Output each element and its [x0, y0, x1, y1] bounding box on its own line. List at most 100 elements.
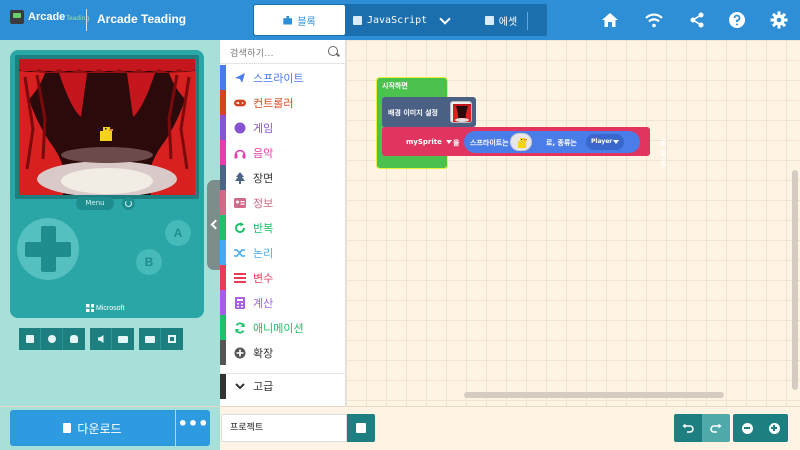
- category-label: 장면: [253, 171, 274, 185]
- tab-javascript-label: JavaScript: [367, 14, 428, 26]
- zoom-in-button[interactable]: [760, 414, 788, 442]
- share-icon[interactable]: [688, 11, 706, 29]
- create-sprite-label: 스프라이트는: [470, 139, 509, 147]
- simulator-panel: Menu A B Microsoft: [0, 40, 221, 406]
- category-math[interactable]: 계산: [220, 290, 346, 315]
- set-sprite-block[interactable]: mySprite 을 스프라이트는 로, 종류는 Player 로 설정: [382, 127, 666, 167]
- category-label: 변수: [253, 271, 274, 285]
- save-button[interactable]: [347, 414, 375, 442]
- create-sprite-block[interactable]: 스프라이트는 로, 종류는 Player: [464, 131, 640, 153]
- keyboard-icon[interactable]: [112, 328, 134, 350]
- help-icon[interactable]: [728, 11, 746, 29]
- workspace-scrollbar-horizontal[interactable]: [464, 392, 724, 398]
- category-logic[interactable]: 논리: [220, 240, 346, 265]
- button-a[interactable]: A: [165, 220, 191, 246]
- mute-icon[interactable]: [90, 328, 112, 350]
- save-icon: [356, 423, 366, 433]
- bottom-bar: 다운로드 ••• 프로젝트: [0, 406, 800, 450]
- plus-circle-icon: [234, 347, 246, 359]
- home-icon[interactable]: [601, 11, 619, 29]
- workspace-scrollbar-vertical[interactable]: [792, 170, 798, 390]
- settings-icon[interactable]: [770, 11, 788, 29]
- category-music[interactable]: 음악: [220, 140, 346, 165]
- loop-icon: [234, 221, 246, 234]
- shuffle-icon: [234, 247, 246, 259]
- project-name-input[interactable]: 프로젝트: [221, 414, 347, 442]
- block-workspace[interactable]: 시작하면 배경 이미지 설정 mySprite 을 스프라이트는 로, 종류는 …: [346, 40, 800, 406]
- category-label: 논리: [253, 246, 274, 260]
- fullscreen-icon[interactable]: [161, 328, 183, 350]
- minus-icon: [741, 422, 753, 434]
- menu-button[interactable]: Menu: [76, 197, 114, 210]
- puzzle-icon: [283, 15, 293, 25]
- screen-frame: [15, 55, 199, 199]
- sprite-image-thumbnail[interactable]: [510, 133, 532, 151]
- category-info[interactable]: 정보: [220, 190, 346, 215]
- category-sprites[interactable]: 스프라이트: [220, 65, 346, 90]
- chevron-down-icon[interactable]: [439, 13, 451, 25]
- category-controller[interactable]: 컨트롤러: [220, 90, 346, 115]
- tab-assets-label: 에셋: [498, 16, 518, 28]
- file-icon: [63, 423, 72, 433]
- category-label: 음악: [253, 146, 274, 160]
- headphones-icon: [234, 147, 246, 159]
- collapse-simulator-button[interactable]: [207, 180, 221, 270]
- download-button[interactable]: 다운로드: [10, 410, 175, 446]
- restart-small-icon[interactable]: [122, 197, 135, 210]
- search-icon[interactable]: [328, 46, 338, 56]
- app-logo[interactable]: Arcade Teading: [10, 10, 89, 24]
- id-card-icon: [234, 197, 246, 209]
- category-variables[interactable]: 변수: [220, 265, 346, 290]
- set-to-label: 을: [453, 139, 460, 147]
- category-label: 계산: [253, 296, 274, 310]
- undo-icon: [682, 423, 694, 433]
- logo-divider: [86, 9, 87, 31]
- kind-prefix-label: 로, 종류는: [546, 139, 577, 147]
- stop-icon[interactable]: [19, 328, 41, 350]
- game-device: Menu A B Microsoft: [10, 50, 204, 318]
- tab-blocks-label: 블록: [297, 16, 316, 28]
- variable-dropdown[interactable]: mySprite: [406, 138, 452, 146]
- logo-text: Arcade: [28, 11, 66, 23]
- restart-icon[interactable]: [41, 328, 63, 350]
- code-icon: [353, 15, 362, 25]
- button-b[interactable]: B: [136, 249, 162, 275]
- tab-javascript[interactable]: JavaScript: [347, 5, 528, 35]
- kind-dropdown[interactable]: Player: [586, 134, 624, 150]
- category-label: 확장: [253, 346, 274, 360]
- category-label: 스프라이트: [253, 71, 304, 85]
- dpad[interactable]: [17, 218, 79, 280]
- top-header: Arcade Teading Arcade Teading 블록 JavaScr…: [0, 0, 800, 40]
- tab-assets[interactable]: 에셋: [457, 5, 545, 35]
- set-background-label: 배경 이미지 설정: [388, 109, 438, 117]
- category-label: 고급: [253, 380, 274, 393]
- undo-button[interactable]: [674, 414, 702, 442]
- category-advanced[interactable]: 고급: [220, 373, 346, 399]
- list-icon: [234, 272, 246, 284]
- set-background-block[interactable]: 배경 이미지 설정: [382, 97, 476, 127]
- background-image-thumbnail[interactable]: [450, 101, 472, 123]
- calculator-icon: [234, 296, 246, 309]
- wifi-icon[interactable]: [645, 11, 663, 29]
- refresh-icon: [234, 322, 246, 334]
- download-label: 다운로드: [77, 421, 122, 436]
- tab-blocks[interactable]: 블록: [254, 5, 345, 35]
- brand-label: Microsoft: [96, 304, 125, 312]
- game-screen[interactable]: [19, 59, 195, 195]
- category-loops[interactable]: 반복: [220, 215, 346, 240]
- more-options-button[interactable]: •••: [176, 410, 210, 446]
- category-game[interactable]: 게임: [220, 115, 346, 140]
- debug-icon[interactable]: [63, 328, 85, 350]
- microsoft-logo: Microsoft: [86, 304, 124, 312]
- category-extensions[interactable]: 확장: [220, 340, 346, 365]
- on-start-label: 시작하면: [382, 82, 408, 90]
- zoom-out-button[interactable]: [733, 414, 761, 442]
- search-input[interactable]: 검색하기...: [230, 46, 274, 59]
- category-scene[interactable]: 장면: [220, 165, 346, 190]
- screenshot-icon[interactable]: [139, 328, 161, 350]
- paper-plane-icon: [234, 72, 246, 84]
- category-animation[interactable]: 애니메이션: [220, 315, 346, 340]
- toolbox-search[interactable]: 검색하기...: [220, 40, 346, 64]
- toolbox: 검색하기... 스프라이트 컨트롤러 게임 음악 장면 정보 반복 논리 변수 …: [220, 40, 346, 406]
- redo-button[interactable]: [702, 414, 730, 442]
